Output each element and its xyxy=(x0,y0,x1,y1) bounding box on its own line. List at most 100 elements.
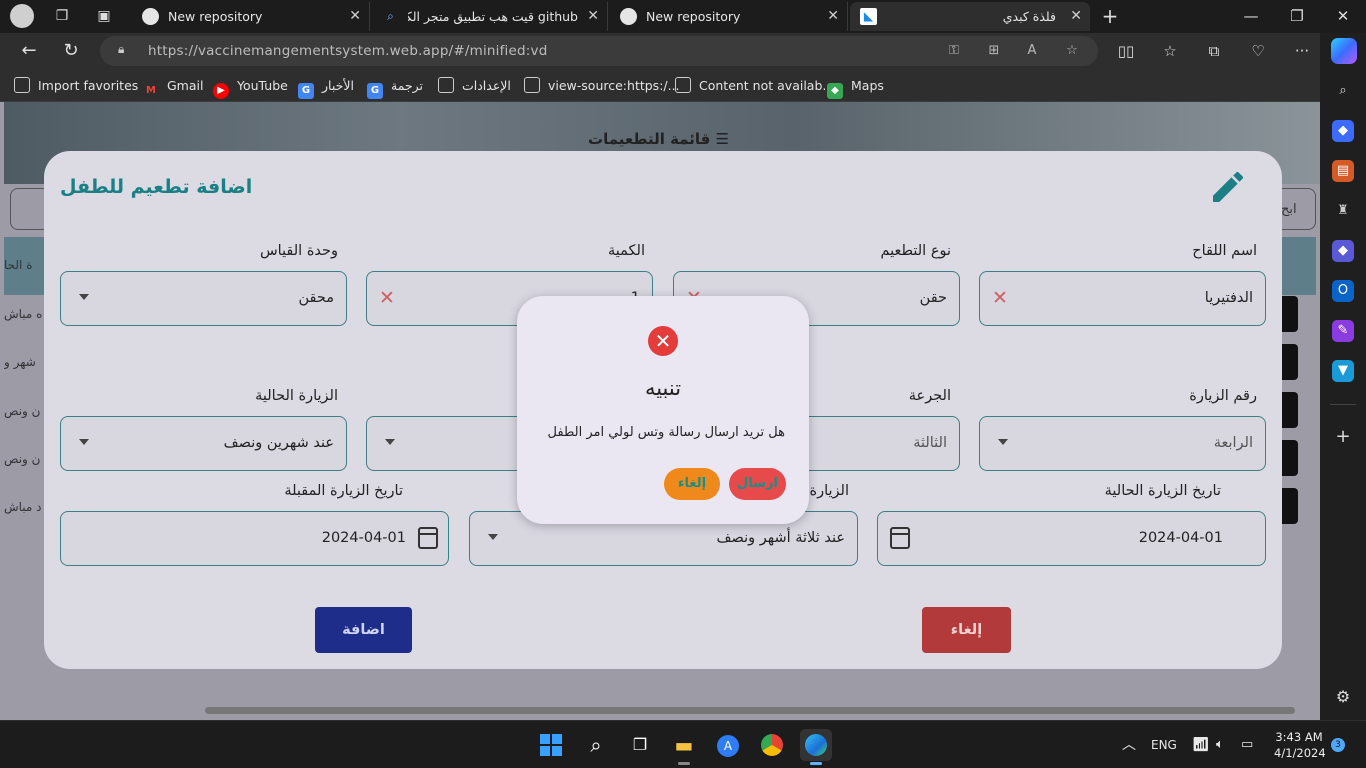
add-button[interactable]: اضافة xyxy=(315,607,412,653)
close-window-icon[interactable]: ✕ xyxy=(1320,0,1366,33)
clear-icon[interactable]: ✕ xyxy=(379,286,395,310)
start-icon[interactable] xyxy=(535,729,567,761)
settings-icon[interactable]: ⚙ xyxy=(1332,686,1354,708)
browser-tab-bar: ❐ ▣ New repository ✕ ⌕ github قيت هب تطب… xyxy=(0,0,1366,33)
profile-avatar-icon[interactable] xyxy=(10,4,34,28)
unit-label: وحدة القياس xyxy=(259,243,338,259)
fav-gmail[interactable]: M Gmail xyxy=(143,70,203,102)
tab-title: New repository xyxy=(168,9,263,24)
clear-icon[interactable]: ✕ xyxy=(992,286,1008,310)
volume-icon[interactable]: 🔈︎ xyxy=(1216,721,1224,768)
add-icon[interactable]: + xyxy=(1332,426,1354,448)
vaccine-name-field[interactable]: ✕ الدفتيريا xyxy=(979,271,1266,326)
google-news-icon: G xyxy=(298,83,314,99)
app-store-icon[interactable]: A xyxy=(712,729,744,761)
copilot-icon[interactable] xyxy=(1331,38,1357,64)
vaccine-name-label: اسم اللقاح xyxy=(1192,243,1257,259)
unit-dropdown[interactable]: محقن xyxy=(60,271,347,326)
close-tab-icon[interactable]: ✕ xyxy=(349,2,361,31)
search-icon[interactable]: ⌕ xyxy=(1332,80,1354,102)
fav-youtube[interactable]: ▶ YouTube xyxy=(213,70,288,102)
battery-icon[interactable]: ▭ xyxy=(1241,721,1253,768)
current-visit-dropdown[interactable]: عند شهرين ونصف xyxy=(60,416,347,471)
fav-view-source[interactable]: view-source:https:/... xyxy=(524,70,680,102)
close-tab-icon[interactable]: ✕ xyxy=(587,2,599,31)
chrome-icon[interactable] xyxy=(756,729,788,761)
tab-active-app[interactable]: ◣ فلذة كبدي ✕ xyxy=(850,2,1090,31)
search-icon[interactable]: ⌕ xyxy=(580,729,612,761)
edge-icon[interactable] xyxy=(800,729,832,765)
modal-title: اضافة تطعيم للطفل xyxy=(60,176,253,198)
office-icon[interactable]: ◆ xyxy=(1332,240,1354,262)
minimize-icon[interactable]: — xyxy=(1228,0,1274,33)
tab-title: فلذة كبدي xyxy=(1002,9,1056,24)
restore-icon[interactable]: ❐ xyxy=(1274,0,1320,33)
notification-badge[interactable]: 3 xyxy=(1331,738,1345,752)
chevron-down-icon xyxy=(79,294,89,300)
chevron-up-icon[interactable]: ︿ xyxy=(1122,721,1136,768)
chevron-down-icon xyxy=(998,439,1008,445)
url-text[interactable]: https://vaccinemangementsystem.web.app/#… xyxy=(148,36,548,66)
current-visit-date-label: تاريخ الزيارة الحالية xyxy=(1104,483,1221,499)
shopping-tag-icon[interactable]: ◆ xyxy=(1332,120,1354,142)
chevron-down-icon xyxy=(385,439,395,445)
fav-content[interactable]: Content not availab... xyxy=(675,70,834,102)
games-icon[interactable]: ♜ xyxy=(1332,200,1354,222)
calendar-icon[interactable] xyxy=(890,527,910,549)
browser-essentials-icon[interactable]: ♡ xyxy=(1244,38,1272,64)
flutter-icon: ◣ xyxy=(860,8,877,25)
new-tab-icon[interactable]: + xyxy=(1098,5,1122,27)
youtube-icon: ▶ xyxy=(213,83,229,99)
fav-maps[interactable]: ◆ Maps xyxy=(827,70,884,102)
search-icon: ⌕ xyxy=(387,9,394,23)
refresh-icon[interactable]: ↻ xyxy=(56,37,86,65)
cancel-button[interactable]: إلغاء xyxy=(922,607,1011,653)
tab-new-repository-1[interactable]: New repository ✕ xyxy=(132,2,370,31)
favorite-star-icon[interactable]: ☆ xyxy=(1062,42,1082,60)
drop-icon[interactable]: ▼ xyxy=(1332,360,1354,382)
fav-news[interactable]: G الأخبار xyxy=(298,70,354,102)
apps-icon[interactable]: ⊞ xyxy=(984,42,1004,60)
list-icon: ☰ xyxy=(715,130,730,148)
send-button[interactable]: ارسال xyxy=(729,468,786,500)
read-aloud-icon[interactable]: A xyxy=(1022,42,1042,60)
chevron-down-icon xyxy=(488,534,498,540)
close-tab-icon[interactable]: ✕ xyxy=(827,2,839,31)
horizontal-scrollbar[interactable] xyxy=(205,707,1295,714)
more-menu-icon[interactable]: ··· xyxy=(1288,38,1316,64)
language-indicator[interactable]: ENG xyxy=(1151,721,1177,768)
tools-icon[interactable]: ▤ xyxy=(1332,160,1354,182)
address-bar-row: ← ↻ 🔒︎ https://vaccinemangementsystem.we… xyxy=(0,33,1320,70)
visit-number-dropdown[interactable]: الرابعة xyxy=(979,416,1266,471)
next-visit-date-field[interactable]: 2024-04-01 xyxy=(60,511,449,566)
wifi-icon[interactable]: 📶︎ xyxy=(1192,721,1210,768)
tab-actions-icon[interactable]: ▣ xyxy=(92,5,116,27)
page-title: قائمة التطعيمات ☰ xyxy=(588,130,730,148)
split-screen-icon[interactable]: ▯▯ xyxy=(1112,38,1140,64)
address-bar[interactable]: 🔒︎ https://vaccinemangementsystem.web.ap… xyxy=(100,36,1098,66)
fav-import-favorites[interactable]: Import favorites xyxy=(14,70,138,102)
tab-new-repository-2[interactable]: New repository ✕ xyxy=(610,2,848,31)
gmail-icon: M xyxy=(146,85,156,96)
lock-icon: 🔒︎ xyxy=(118,42,125,56)
tab-github-search[interactable]: ⌕ github قيت هب تطبيق متجر الكتروني ✕ xyxy=(372,2,608,31)
close-tab-icon[interactable]: ✕ xyxy=(1070,2,1082,31)
designer-icon[interactable]: ✎ xyxy=(1332,320,1354,342)
favorites-icon[interactable]: ☆ xyxy=(1156,38,1184,64)
file-explorer-icon[interactable]: ▬ xyxy=(668,729,700,765)
dialog-cancel-button[interactable]: إلغاء xyxy=(664,468,720,500)
collections-icon[interactable]: ⧉ xyxy=(1200,38,1228,64)
workspaces-icon[interactable]: ❐ xyxy=(50,5,74,27)
calendar-icon[interactable] xyxy=(418,527,438,549)
fav-translate[interactable]: G ترجمة xyxy=(367,70,423,102)
edge-sidebar: ⌕ ◆ ▤ ♜ ◆ O ✎ ▼ + ⚙ xyxy=(1320,70,1366,720)
current-visit-date-field[interactable]: 2024-04-01 xyxy=(877,511,1266,566)
clock[interactable]: 3:43 AM 4/1/2024 xyxy=(1274,729,1326,761)
page-icon xyxy=(675,77,691,93)
outlook-icon[interactable]: O xyxy=(1332,280,1354,302)
back-icon[interactable]: ← xyxy=(14,37,44,65)
dose-label: الجرعة xyxy=(908,388,951,404)
task-view-icon[interactable]: ❐ xyxy=(624,729,656,761)
key-icon[interactable]: ⚿ xyxy=(944,42,964,60)
fav-settings[interactable]: الإعدادات xyxy=(438,70,511,102)
